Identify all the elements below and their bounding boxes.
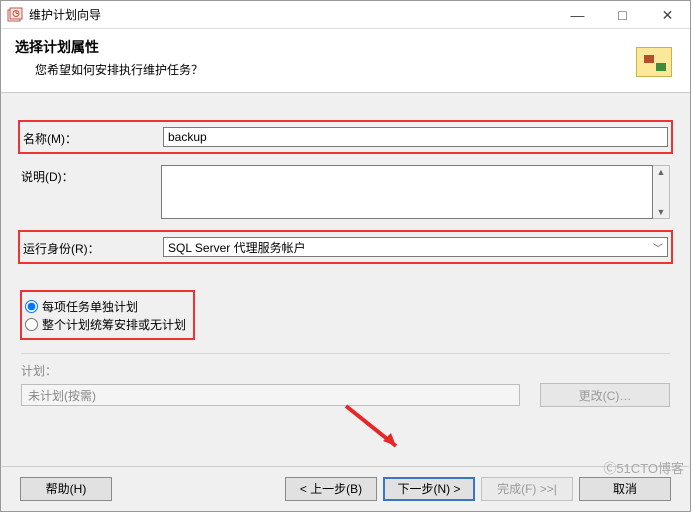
radio-separate-label: 每项任务单独计划 — [42, 298, 138, 315]
wizard-window: 维护计划向导 ― □ ✕ 选择计划属性 您希望如何安排执行维护任务？ 名称(M)… — [0, 0, 691, 512]
wizard-body: 名称(M)： 说明(D)： ▲ ▼ 运行身份(R)： SQL Server 代理… — [1, 93, 690, 417]
runas-value: SQL Server 代理服务帐户 — [168, 239, 306, 256]
title-bar: 维护计划向导 ― □ ✕ — [1, 1, 690, 29]
radio-single[interactable] — [25, 318, 38, 331]
divider — [21, 353, 670, 354]
app-icon — [7, 7, 23, 23]
radio-single-label: 整个计划统筹安排或无计划 — [42, 316, 186, 333]
description-wrap: ▲ ▼ — [161, 165, 670, 219]
back-button[interactable]: < 上一步(B) — [285, 477, 377, 501]
schedule-mode-group: 每项任务单独计划 整个计划统筹安排或无计划 — [23, 293, 192, 337]
page-subtitle: 您希望如何安排执行维护任务？ — [35, 61, 676, 78]
page-title: 选择计划属性 — [15, 37, 676, 57]
plan-display — [21, 384, 520, 406]
watermark-text: Ⓒ51CTO博客 — [603, 458, 684, 477]
name-input[interactable] — [163, 127, 668, 147]
maximize-button[interactable]: □ — [600, 1, 645, 29]
radio-separate[interactable] — [25, 300, 38, 313]
runas-label: 运行身份(R)： — [23, 237, 163, 257]
minimize-button[interactable]: ― — [555, 1, 600, 29]
window-title: 维护计划向导 — [29, 6, 555, 23]
name-label: 名称(M)： — [23, 127, 163, 147]
plan-row: 更改(C)… — [21, 383, 670, 407]
scroll-up-icon: ▲ — [657, 166, 666, 178]
plan-section-label: 计划： — [21, 362, 670, 379]
close-button[interactable]: ✕ — [645, 1, 690, 29]
scroll-down-icon: ▼ — [657, 206, 666, 218]
radio-single-row[interactable]: 整个计划统筹安排或无计划 — [25, 315, 186, 333]
window-controls: ― □ ✕ — [555, 1, 690, 28]
description-row: 说明(D)： ▲ ▼ — [21, 165, 670, 219]
runas-row: 运行身份(R)： SQL Server 代理服务帐户 ﹀ — [21, 233, 670, 261]
wizard-header: 选择计划属性 您希望如何安排执行维护任务？ — [1, 29, 690, 93]
chevron-down-icon: ﹀ — [653, 240, 663, 255]
cancel-button[interactable]: 取消 — [579, 477, 671, 501]
radio-separate-row[interactable]: 每项任务单独计划 — [25, 297, 186, 315]
wizard-footer: 帮助(H) < 上一步(B) 下一步(N) > 完成(F) >>| 取消 — [2, 466, 689, 510]
description-scrollbar[interactable]: ▲ ▼ — [653, 165, 670, 219]
next-button[interactable]: 下一步(N) > — [383, 477, 475, 501]
runas-select[interactable]: SQL Server 代理服务帐户 ﹀ — [163, 237, 668, 257]
description-input[interactable] — [161, 165, 653, 219]
help-button[interactable]: 帮助(H) — [20, 477, 112, 501]
finish-button: 完成(F) >>| — [481, 477, 573, 501]
name-row: 名称(M)： — [21, 123, 670, 151]
description-label: 说明(D)： — [21, 165, 161, 185]
header-illustration-icon — [634, 39, 680, 85]
change-schedule-button: 更改(C)… — [540, 383, 670, 407]
